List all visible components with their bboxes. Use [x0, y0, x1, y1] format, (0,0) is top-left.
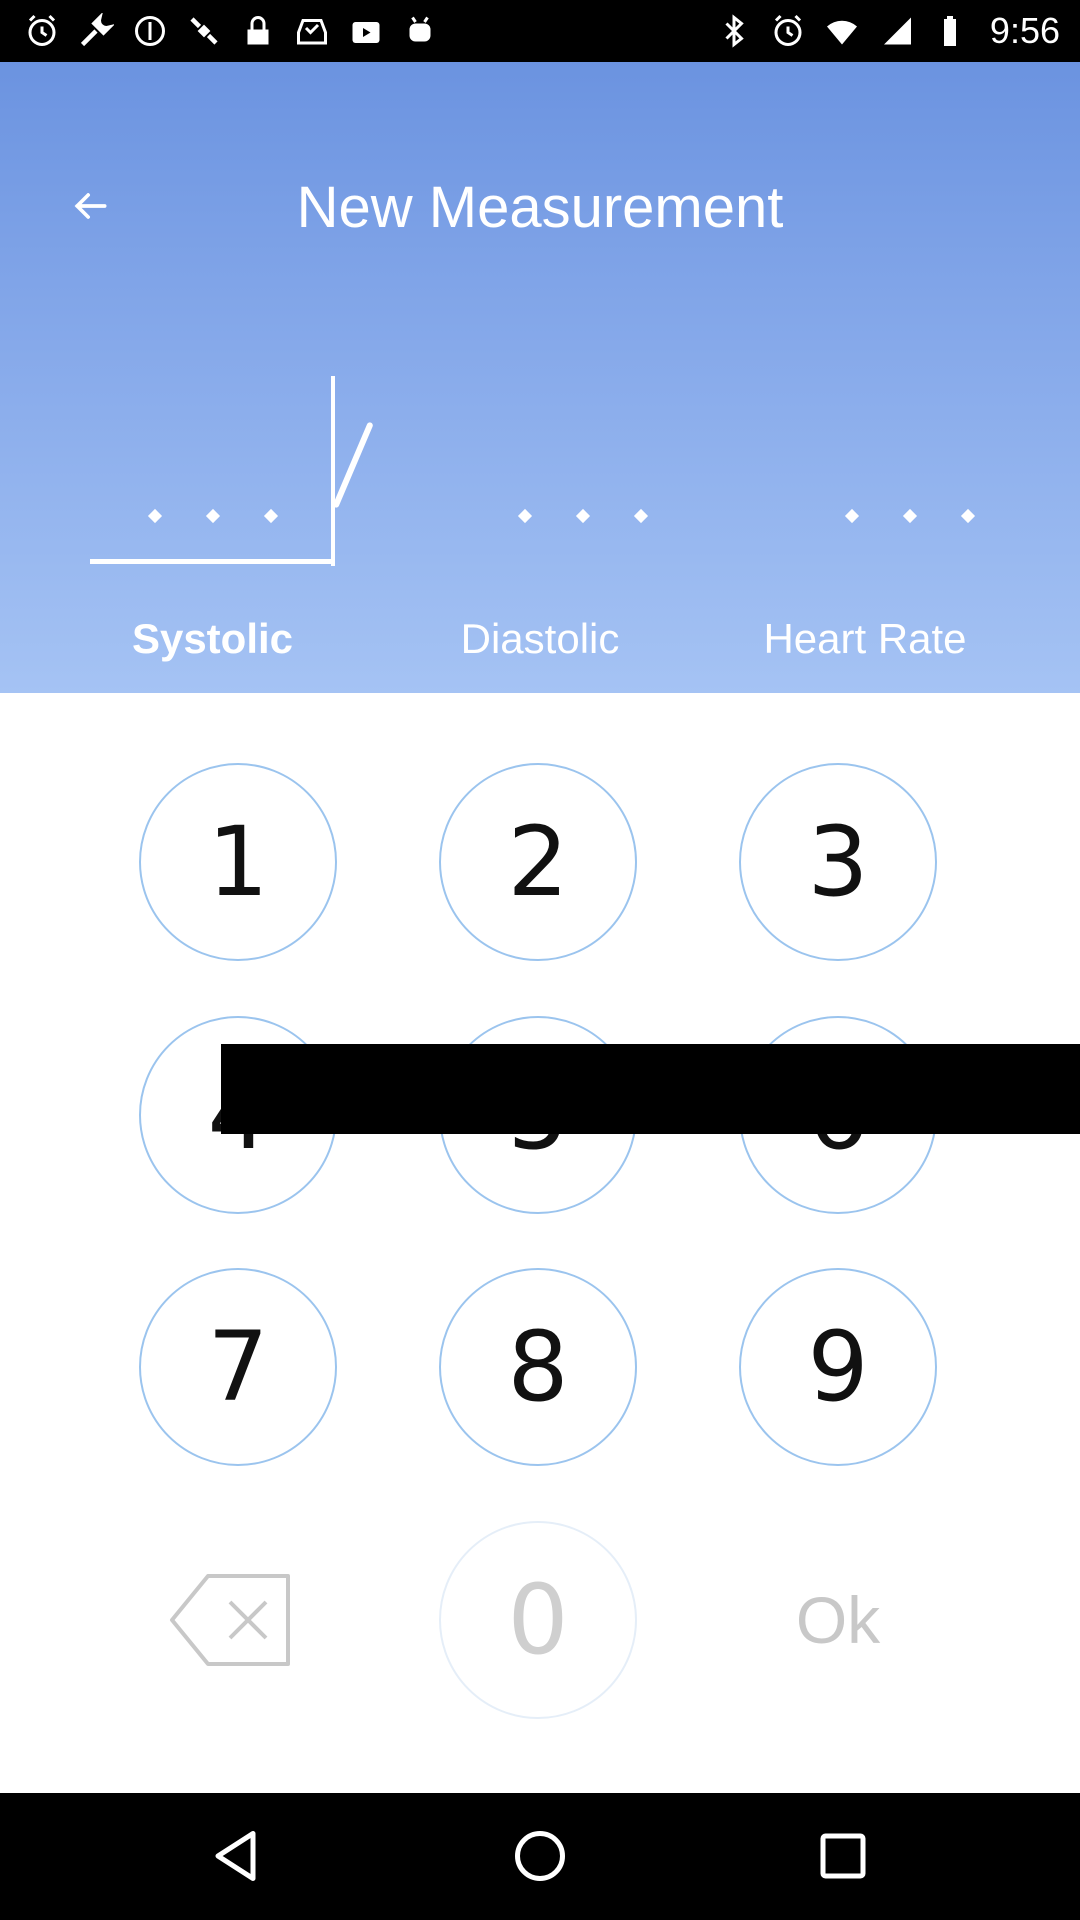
status-right-icons: 9:56 — [714, 0, 1060, 62]
nav-back-button[interactable] — [203, 1821, 273, 1891]
diastolic-placeholder-dots — [470, 508, 695, 526]
wrench-icon — [76, 11, 116, 51]
alarm-icon — [22, 11, 62, 51]
slash-separator — [332, 421, 374, 509]
redaction-bar — [221, 1044, 1080, 1134]
lock-icon — [238, 11, 278, 51]
info-icon — [130, 11, 170, 51]
diastolic-input[interactable] — [470, 362, 695, 582]
key-7[interactable]: 7 — [139, 1268, 337, 1466]
status-left-icons — [22, 0, 440, 62]
android-icon — [400, 11, 440, 51]
triangle-back-icon — [215, 1831, 256, 1881]
key-8[interactable]: 8 — [439, 1268, 637, 1466]
diastolic-label[interactable]: Diastolic — [420, 615, 660, 663]
key-0[interactable]: 0 — [439, 1521, 637, 1719]
backspace-icon — [170, 1574, 290, 1666]
heart-rate-placeholder-dots — [800, 508, 1020, 526]
status-bar: 9:56 — [0, 0, 1080, 62]
nav-home-button[interactable] — [505, 1821, 575, 1891]
key-2[interactable]: 2 — [439, 763, 637, 961]
heart-rate-input[interactable] — [800, 362, 1020, 582]
systolic-input[interactable] — [90, 362, 335, 582]
navigation-bar — [0, 1793, 1080, 1920]
backspace-button[interactable] — [168, 1572, 294, 1668]
play-store-icon — [346, 11, 386, 51]
heart-rate-label[interactable]: Heart Rate — [740, 615, 990, 663]
square-recents-icon — [820, 1833, 866, 1879]
wifi-icon — [822, 11, 862, 51]
systolic-underline — [90, 559, 335, 564]
key-1[interactable]: 1 — [139, 763, 337, 961]
key-9[interactable]: 9 — [739, 1268, 937, 1466]
nav-recents-button[interactable] — [808, 1821, 878, 1891]
signal-icon — [876, 11, 916, 51]
measurement-header: New Measurement Systolic Diastolic Heart… — [0, 62, 1080, 693]
alarm-icon — [768, 11, 808, 51]
bluetooth-icon — [714, 11, 754, 51]
circle-home-icon — [515, 1831, 565, 1881]
page-title: New Measurement — [296, 175, 784, 240]
battery-icon — [930, 11, 970, 51]
key-3[interactable]: 3 — [739, 763, 937, 961]
satellite-icon — [184, 11, 224, 51]
systolic-placeholder-dots — [90, 508, 335, 526]
text-cursor — [331, 376, 335, 566]
ok-button[interactable]: Ok — [739, 1580, 937, 1660]
inbox-check-icon — [292, 11, 332, 51]
systolic-label[interactable]: Systolic — [90, 615, 335, 663]
status-time: 9:56 — [989, 10, 1060, 51]
